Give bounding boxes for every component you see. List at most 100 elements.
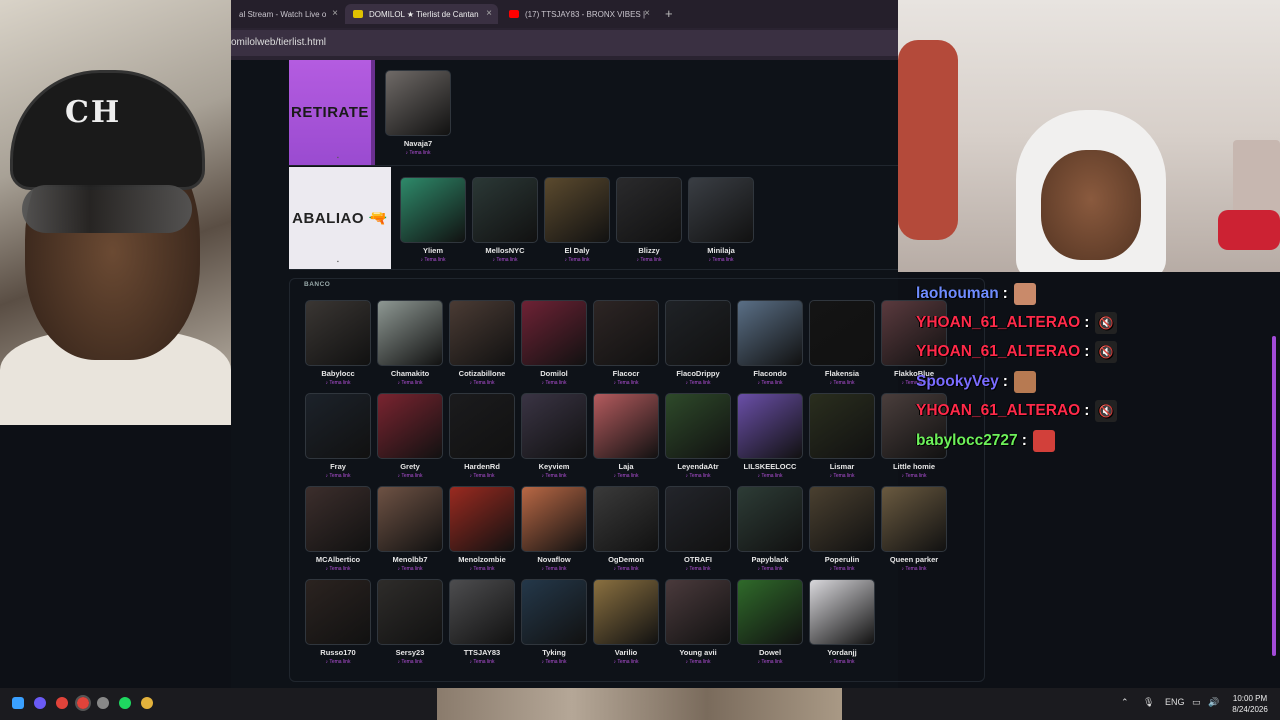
song-link[interactable]: ♪ Tema link xyxy=(305,566,371,572)
artist-card[interactable]: Poperulin ♪ Tema link xyxy=(809,486,875,578)
song-link[interactable]: ♪ Tema link xyxy=(593,566,659,572)
chat-username[interactable]: YHOAN_61_ALTERAO xyxy=(916,314,1080,332)
artist-card[interactable]: Keyviem ♪ Tema link xyxy=(521,393,587,485)
artist-card[interactable]: El Daly ♪ Tema link xyxy=(544,177,610,269)
song-link[interactable]: ♪ Tema link xyxy=(737,380,803,386)
song-link[interactable]: ♪ Tema link xyxy=(305,380,371,386)
song-link[interactable]: ♪ Tema link xyxy=(449,659,515,665)
artist-card[interactable]: Flakensia ♪ Tema link xyxy=(809,300,875,392)
song-link[interactable]: ♪ Tema link xyxy=(593,659,659,665)
chrome-active-icon[interactable] xyxy=(75,695,91,711)
artist-card[interactable]: Fray ♪ Tema link xyxy=(305,393,371,485)
discord-icon[interactable] xyxy=(34,697,46,709)
artist-card[interactable]: OgDemon ♪ Tema link xyxy=(593,486,659,578)
tier-handle[interactable]: ▪ xyxy=(337,259,339,265)
clock-time[interactable]: 10:00 PM xyxy=(1228,694,1272,703)
song-link[interactable]: ♪ Tema link xyxy=(449,473,515,479)
artist-card[interactable]: LeyendaAtr ♪ Tema link xyxy=(665,393,731,485)
song-link[interactable]: ♪ Tema link xyxy=(809,380,875,386)
song-link[interactable]: ♪ Tema link xyxy=(305,473,371,479)
song-link[interactable]: ♪ Tema link xyxy=(521,380,587,386)
song-link[interactable]: ♪ Tema link xyxy=(449,566,515,572)
close-icon[interactable]: × xyxy=(486,8,492,19)
artist-card[interactable]: Yordanjj ♪ Tema link xyxy=(809,579,875,671)
song-link[interactable]: ♪ Tema link xyxy=(400,257,466,263)
tab-stream[interactable]: al Stream - Watch Live o × xyxy=(231,4,344,24)
artist-card[interactable]: MCAlbertico ♪ Tema link xyxy=(305,486,371,578)
new-tab-button[interactable]: + xyxy=(665,6,673,21)
song-link[interactable]: ♪ Tema link xyxy=(737,659,803,665)
artist-card[interactable]: Domilol ♪ Tema link xyxy=(521,300,587,392)
artist-card[interactable]: Tyking ♪ Tema link xyxy=(521,579,587,671)
song-link[interactable]: ♪ Tema link xyxy=(377,659,443,665)
artist-card[interactable]: Blizzy ♪ Tema link xyxy=(616,177,682,269)
song-link[interactable]: ♪ Tema link xyxy=(449,380,515,386)
artist-card[interactable]: Cotizabillone ♪ Tema link xyxy=(449,300,515,392)
artist-card[interactable]: Dowel ♪ Tema link xyxy=(737,579,803,671)
song-link[interactable]: ♪ Tema link xyxy=(377,473,443,479)
song-link[interactable]: ♪ Tema link xyxy=(809,566,875,572)
address-bar[interactable]: omilolweb/tierlist.html xyxy=(231,30,898,56)
song-link[interactable]: ♪ Tema link xyxy=(377,566,443,572)
song-link[interactable]: ♪ Tema link xyxy=(521,566,587,572)
artist-card[interactable]: Sersy23 ♪ Tema link xyxy=(377,579,443,671)
song-link[interactable]: ♪ Tema link xyxy=(544,257,610,263)
chat-username[interactable]: babylocc2727 xyxy=(916,432,1018,450)
artist-card[interactable]: Navaja7 ♪ Tema link xyxy=(385,70,451,162)
chat-username[interactable]: YHOAN_61_ALTERAO xyxy=(916,402,1080,420)
song-link[interactable]: ♪ Tema link xyxy=(472,257,538,263)
scrollbar[interactable] xyxy=(1272,336,1276,656)
song-link[interactable]: ♪ Tema link xyxy=(377,380,443,386)
song-link[interactable]: ♪ Tema link xyxy=(737,566,803,572)
artist-card[interactable]: Laja ♪ Tema link xyxy=(593,393,659,485)
start-icon[interactable] xyxy=(12,697,24,709)
song-link[interactable]: ♪ Tema link xyxy=(809,659,875,665)
song-link[interactable]: ♪ Tema link xyxy=(881,473,947,479)
close-icon[interactable]: × xyxy=(644,8,650,19)
spotify-icon[interactable] xyxy=(119,697,131,709)
app-icon[interactable] xyxy=(141,697,153,709)
chevron-up-icon[interactable]: ⌃ xyxy=(1121,697,1129,708)
song-link[interactable]: ♪ Tema link xyxy=(305,659,371,665)
tab-youtube[interactable]: (17) TTSJAY83 - BRONX VIBES | × xyxy=(501,4,656,24)
close-icon[interactable]: × xyxy=(332,8,338,19)
chat-username[interactable]: laohouman xyxy=(916,285,999,303)
microphone-icon[interactable]: 🎙 xyxy=(1143,697,1154,708)
chat-username[interactable]: SpookyVey xyxy=(916,373,999,391)
tab-tierlist[interactable]: DOMILOL ★ Tierlist de Cantan × xyxy=(345,4,498,24)
song-link[interactable]: ♪ Tema link xyxy=(521,659,587,665)
song-link[interactable]: ♪ Tema link xyxy=(665,380,731,386)
artist-card[interactable]: MellosNYC ♪ Tema link xyxy=(472,177,538,269)
artist-card[interactable]: Papyblack ♪ Tema link xyxy=(737,486,803,578)
artist-card[interactable]: Babylocc ♪ Tema link xyxy=(305,300,371,392)
chrome-icon[interactable] xyxy=(56,697,68,709)
artist-card[interactable]: Young avii ♪ Tema link xyxy=(665,579,731,671)
artist-card[interactable]: Russo170 ♪ Tema link xyxy=(305,579,371,671)
artist-card[interactable]: OTRAFI ♪ Tema link xyxy=(665,486,731,578)
display-icon[interactable]: ▭ xyxy=(1192,697,1201,708)
song-link[interactable]: ♪ Tema link xyxy=(881,566,947,572)
artist-card[interactable]: LILSKEELOCC ♪ Tema link xyxy=(737,393,803,485)
artist-card[interactable]: Flacocr ♪ Tema link xyxy=(593,300,659,392)
song-link[interactable]: ♪ Tema link xyxy=(593,473,659,479)
artist-card[interactable]: Novaflow ♪ Tema link xyxy=(521,486,587,578)
artist-card[interactable]: Chamakito ♪ Tema link xyxy=(377,300,443,392)
song-link[interactable]: ♪ Tema link xyxy=(616,257,682,263)
song-link[interactable]: ♪ Tema link xyxy=(521,473,587,479)
song-link[interactable]: ♪ Tema link xyxy=(688,257,754,263)
artist-card[interactable]: Varilio ♪ Tema link xyxy=(593,579,659,671)
song-link[interactable]: ♪ Tema link xyxy=(593,380,659,386)
song-link[interactable]: ♪ Tema link xyxy=(665,473,731,479)
song-link[interactable]: ♪ Tema link xyxy=(385,150,451,156)
clock-date[interactable]: 8/24/2026 xyxy=(1228,705,1272,714)
artist-card[interactable]: FlacoDrippy ♪ Tema link xyxy=(665,300,731,392)
volume-icon[interactable]: 🔊 xyxy=(1208,697,1219,708)
language-indicator[interactable]: ENG xyxy=(1165,697,1185,707)
chat-username[interactable]: YHOAN_61_ALTERAO xyxy=(916,343,1080,361)
artist-card[interactable]: Menolzombie ♪ Tema link xyxy=(449,486,515,578)
artist-card[interactable]: Flacondo ♪ Tema link xyxy=(737,300,803,392)
artist-card[interactable]: TTSJAY83 ♪ Tema link xyxy=(449,579,515,671)
song-link[interactable]: ♪ Tema link xyxy=(665,659,731,665)
artist-card[interactable]: Grety ♪ Tema link xyxy=(377,393,443,485)
artist-card[interactable]: Menolbb7 ♪ Tema link xyxy=(377,486,443,578)
